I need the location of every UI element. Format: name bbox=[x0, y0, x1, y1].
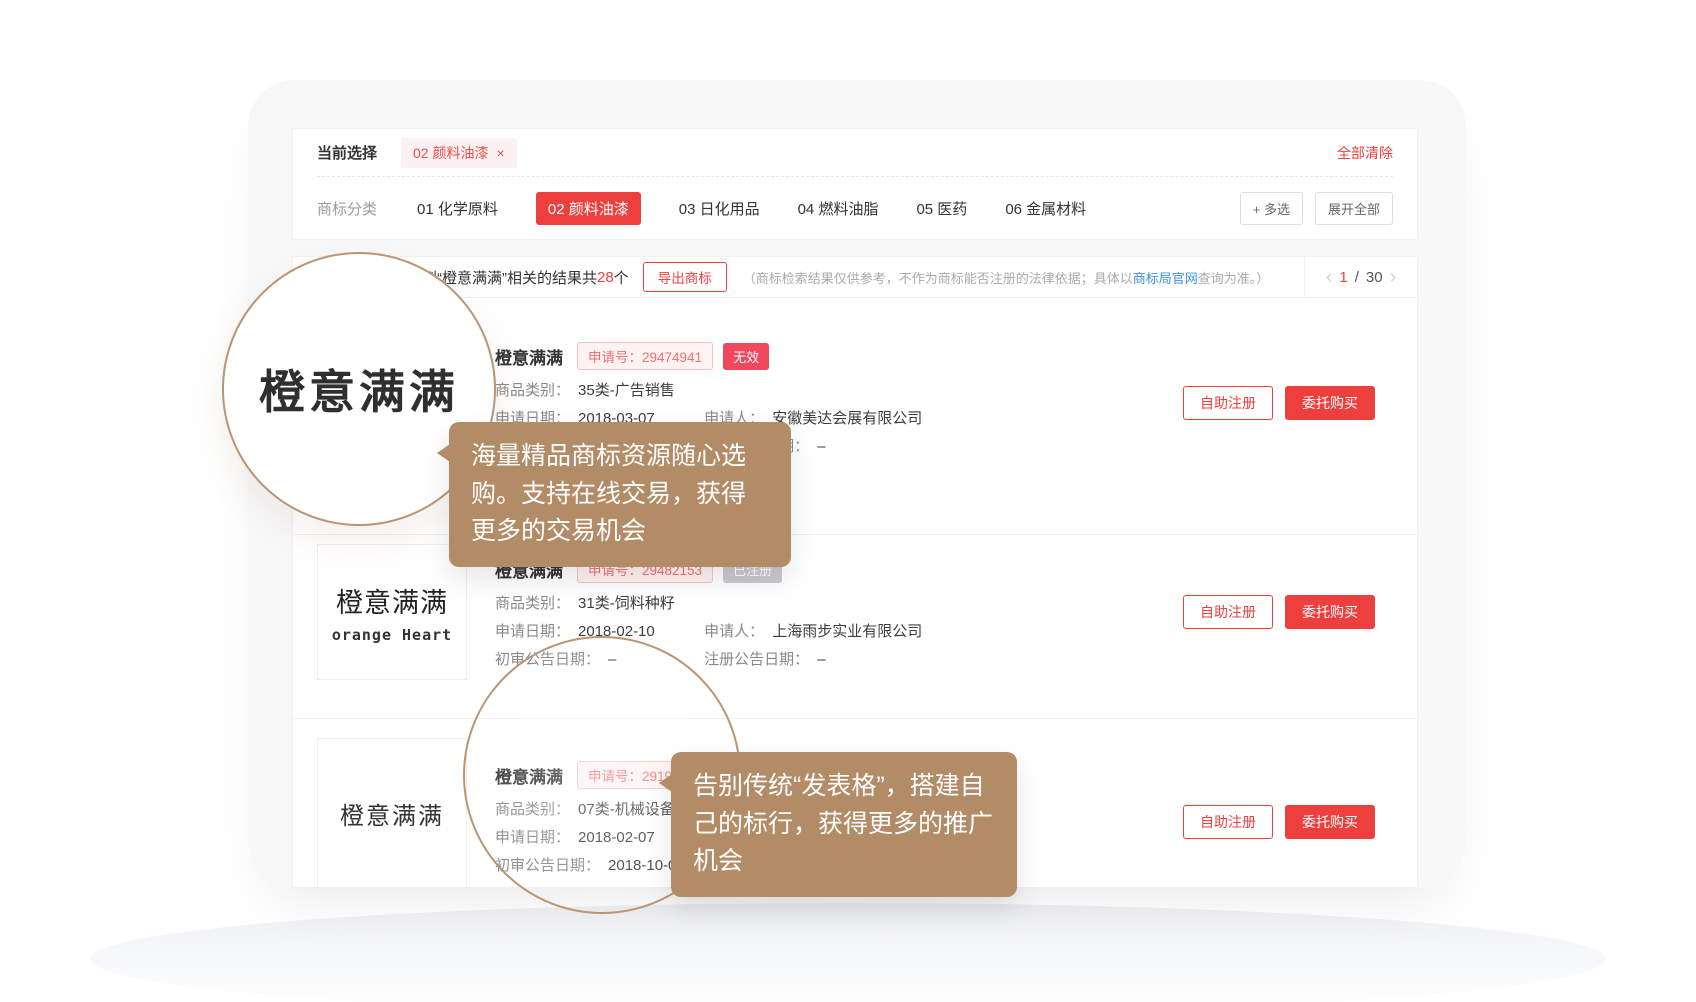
results-count: 28 bbox=[597, 269, 614, 286]
entrust-buy-button[interactable]: 委托购买 bbox=[1285, 386, 1375, 420]
apply-date-label: 申请日期： bbox=[495, 623, 570, 640]
reg-notice-label: 注册公告日期： bbox=[704, 651, 809, 668]
tab-04-fuel[interactable]: 04 燃料油脂 bbox=[798, 198, 879, 219]
summary-suffix: 个 bbox=[614, 267, 629, 288]
reg-notice-value: – bbox=[817, 651, 825, 668]
prev-page-icon[interactable]: ‹ bbox=[1326, 267, 1333, 287]
category-row: 商标分类 01 化学原料 02 颜料油漆 03 日化用品 04 燃料油脂 05 … bbox=[293, 177, 1417, 239]
disclaimer: （商标检索结果仅供参考，不作为商标能否注册的法律依据；具体以商标局官网查询为准。… bbox=[743, 268, 1270, 287]
laptop-base bbox=[90, 903, 1606, 1002]
category-field-value: 31类-饲料种籽 bbox=[578, 595, 675, 612]
category-field-label: 商品类别： bbox=[495, 595, 570, 612]
disclaimer-suffix: 查询为准。） bbox=[1198, 271, 1270, 286]
trademark-image[interactable]: 橙意满满 orange Heart bbox=[317, 544, 467, 680]
page-separator: / bbox=[1355, 269, 1359, 286]
self-register-button[interactable]: 自助注册 bbox=[1183, 805, 1273, 839]
trademark-office-link[interactable]: 商标局官网 bbox=[1133, 271, 1198, 286]
clear-all-button[interactable]: 全部清除 bbox=[1337, 143, 1393, 163]
next-page-icon[interactable]: › bbox=[1390, 267, 1397, 287]
disclaimer-prefix: （商标检索结果仅供参考，不作为商标能否注册的法律依据；具体以 bbox=[743, 271, 1133, 286]
trademark-image-subtext: orange Heart bbox=[332, 626, 452, 644]
self-register-button[interactable]: 自助注册 bbox=[1183, 386, 1273, 420]
category-label: 商标分类 bbox=[317, 198, 377, 219]
current-page: 1 bbox=[1339, 269, 1347, 286]
status-badge: 无效 bbox=[723, 343, 769, 370]
category-field-label: 商品类别： bbox=[495, 382, 570, 399]
row-actions: 自助注册 委托购买 bbox=[1183, 386, 1375, 420]
tooltip-buy-resources: 海量精品商标资源随心选购。支持在线交易，获得更多的交易机会 bbox=[449, 422, 791, 567]
remove-filter-icon[interactable]: × bbox=[496, 145, 504, 161]
trademark-image[interactable]: 橙意满满 bbox=[317, 738, 467, 888]
current-selection-row: 当前选择 02 颜料油漆 × 全部清除 bbox=[293, 129, 1417, 176]
results-header: 当前分类下检索到“橙意满满”相关的结果共28 个 导出商标 （商标检索结果仅供参… bbox=[293, 257, 1417, 298]
magnified-trademark-text: 橙意满满 bbox=[259, 356, 459, 422]
self-register-button[interactable]: 自助注册 bbox=[1183, 595, 1273, 629]
expand-all-button[interactable]: 展开全部 bbox=[1315, 192, 1393, 225]
filter-panel: 当前选择 02 颜料油漆 × 全部清除 商标分类 01 化学原料 02 颜料油漆… bbox=[292, 128, 1418, 240]
pagination: ‹ 1 / 30 › bbox=[1304, 257, 1417, 297]
application-number-chip: 申请号：29474941 bbox=[577, 342, 713, 370]
entrust-buy-button[interactable]: 委托购买 bbox=[1285, 805, 1375, 839]
export-trademarks-button[interactable]: 导出商标 bbox=[643, 262, 727, 292]
multi-select-button[interactable]: + 多选 bbox=[1240, 192, 1303, 225]
entrust-buy-button[interactable]: 委托购买 bbox=[1285, 595, 1375, 629]
tab-06-metal[interactable]: 06 金属材料 bbox=[1005, 198, 1086, 219]
tab-03-daily[interactable]: 03 日化用品 bbox=[679, 198, 760, 219]
category-field-value: 35类-广告销售 bbox=[578, 382, 675, 399]
reg-notice-value: – bbox=[817, 438, 825, 455]
trademark-image-text: 橙意满满 bbox=[340, 796, 444, 831]
row-actions: 自助注册 委托购买 bbox=[1183, 805, 1375, 839]
category-actions: + 多选 展开全部 bbox=[1240, 192, 1393, 225]
tooltip-build-shop: 告别传统“发表格”，搭建自己的标行，获得更多的推广机会 bbox=[671, 752, 1017, 897]
selected-filter-chip-label: 02 颜料油漆 bbox=[413, 143, 488, 163]
row-actions: 自助注册 委托购买 bbox=[1183, 595, 1375, 629]
current-selection-label: 当前选择 bbox=[317, 142, 377, 163]
tab-02-paint[interactable]: 02 颜料油漆 bbox=[536, 192, 641, 225]
page: 当前选择 02 颜料油漆 × 全部清除 商标分类 01 化学原料 02 颜料油漆… bbox=[0, 0, 1696, 1002]
applicant-label: 申请人： bbox=[704, 623, 764, 640]
category-tabs: 01 化学原料 02 颜料油漆 03 日化用品 04 燃料油脂 05 医药 06… bbox=[417, 192, 1086, 225]
applicant-value: 安徽美达会展有限公司 bbox=[772, 410, 922, 427]
total-pages: 30 bbox=[1366, 269, 1383, 286]
applicant-value: 上海雨步实业有限公司 bbox=[772, 623, 922, 640]
selected-filter-chip[interactable]: 02 颜料油漆 × bbox=[401, 138, 517, 168]
trademark-image-text: 橙意满满 bbox=[336, 581, 448, 620]
trademark-name: 橙意满满 bbox=[495, 344, 563, 369]
tab-05-medicine[interactable]: 05 医药 bbox=[916, 198, 967, 219]
tab-01-chemical[interactable]: 01 化学原料 bbox=[417, 198, 498, 219]
